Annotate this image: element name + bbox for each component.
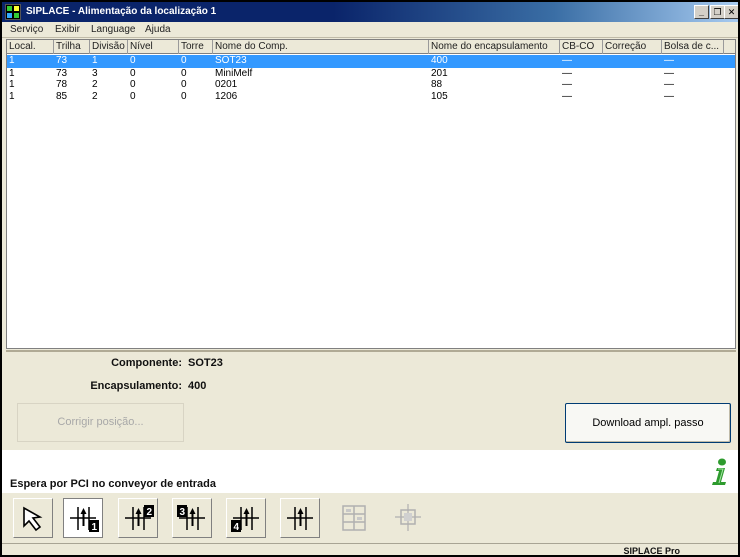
col-nivel[interactable]: Nível xyxy=(128,40,179,54)
col-local[interactable]: Local. xyxy=(7,40,54,54)
cell-bolsa: — xyxy=(664,55,674,66)
cell-local: 1 xyxy=(9,91,15,102)
col-divisao[interactable]: Divisão xyxy=(90,40,128,54)
col-nome-comp[interactable]: Nome do Comp. xyxy=(213,40,429,54)
track-all-icon xyxy=(287,507,313,530)
component-label: Componente: xyxy=(111,357,182,369)
siplace-app-icon xyxy=(5,4,21,20)
component-value: SOT23 xyxy=(188,357,223,369)
track-3-number: 3 xyxy=(180,507,186,518)
detail-panel: Componente: SOT23 Encapsulamento: 400 Co… xyxy=(6,350,736,448)
track-3-icon: 3 xyxy=(177,505,205,530)
col-trilha[interactable]: Trilha xyxy=(54,40,90,54)
title-bar[interactable]: SIPLACE - Alimentação da localização 1 _… xyxy=(2,2,738,22)
cell-torre: 0 xyxy=(181,55,187,66)
track-1-number: 1 xyxy=(92,522,98,533)
status-area: Espera por PCI no conveyor de entrada xyxy=(2,450,738,493)
cell-nome-comp: 1206 xyxy=(215,91,238,102)
cell-correcao xyxy=(603,55,662,67)
col-nome-encapsulamento[interactable]: Nome do encapsulamento xyxy=(429,40,560,54)
table-row[interactable]: 1 73 3 0 0 MiniMelf 201— — xyxy=(7,67,735,79)
cell-trilha: 85 xyxy=(56,91,68,102)
tool-grid-disabled[interactable] xyxy=(335,498,375,538)
tool-track-4[interactable]: 4 xyxy=(226,498,266,538)
arrow-pointer-icon xyxy=(23,506,43,532)
close-button[interactable]: ✕ xyxy=(724,5,738,19)
correct-position-button[interactable]: Corrigir posição... xyxy=(17,403,184,442)
window-title: SIPLACE - Alimentação da localização 1 xyxy=(26,6,217,17)
minimize-button[interactable]: _ xyxy=(694,5,709,19)
menu-servico[interactable]: Serviço xyxy=(10,24,43,35)
cell-bolsa: — xyxy=(664,79,674,90)
cell-nome-encapsulamento: 105 xyxy=(431,91,448,102)
product-name: SIPLACE Pro xyxy=(623,546,680,556)
grid-disabled-icon xyxy=(342,505,366,531)
cell-torre: 0 xyxy=(181,79,187,90)
col-correcao[interactable]: Correção xyxy=(603,40,662,54)
package-label: Encapsulamento: xyxy=(90,380,182,392)
cell-trilha: 78 xyxy=(56,79,68,90)
col-bolsa[interactable]: Bolsa de c... xyxy=(662,40,724,54)
menu-exibir[interactable]: Exibir xyxy=(55,24,80,35)
cell-nome-encapsulamento: 400 xyxy=(431,55,448,66)
col-torre[interactable]: Torre xyxy=(179,40,213,54)
main-window: SIPLACE - Alimentação da localização 1 _… xyxy=(0,0,740,557)
status-message: Espera por PCI no conveyor de entrada xyxy=(10,478,217,490)
cell-divisao: 2 xyxy=(92,79,98,90)
status-bar: SIPLACE Pro xyxy=(2,543,738,556)
cell-trilha: 73 xyxy=(56,55,68,66)
cell-cb-co: — xyxy=(562,55,572,66)
menu-bar: Serviço Exibir Language Ajuda xyxy=(2,22,738,38)
cell-nivel: 0 xyxy=(130,55,136,66)
target-disabled-icon xyxy=(395,504,421,531)
track-1-icon: 1 xyxy=(70,507,99,533)
cell-divisao: 2 xyxy=(92,91,98,102)
package-value: 400 xyxy=(188,380,207,392)
table-row[interactable]: 1 78 2 0 0 0201 88 — — xyxy=(7,79,735,91)
table-header: Local. Trilha Divisão Nível Torre Nome d… xyxy=(7,40,735,54)
maximize-button[interactable]: ❐ xyxy=(710,5,725,19)
tool-track-2[interactable]: 2 xyxy=(118,498,158,538)
menu-language[interactable]: Language xyxy=(91,24,136,35)
cell-torre: 0 xyxy=(181,91,187,102)
cell-bolsa: — xyxy=(664,91,674,102)
tool-track-1[interactable]: 1 xyxy=(63,498,103,538)
cell-local: 1 xyxy=(9,55,15,66)
feeder-table[interactable]: Local. Trilha Divisão Nível Torre Nome d… xyxy=(6,39,736,349)
info-icon[interactable] xyxy=(708,457,732,487)
download-step-button[interactable]: Download ampl. passo xyxy=(565,403,731,443)
cell-local: 1 xyxy=(9,79,15,90)
col-spacer xyxy=(724,40,735,54)
track-4-number: 4 xyxy=(234,522,240,533)
cell-nivel: 0 xyxy=(130,91,136,102)
tool-track-3[interactable]: 3 xyxy=(172,498,212,538)
col-cb-co[interactable]: CB-CO xyxy=(560,40,603,54)
table-row[interactable]: 1 85 2 0 0 1206 105 — — xyxy=(7,91,735,103)
tool-target-disabled[interactable] xyxy=(389,498,429,538)
cell-nome-comp: 0201 xyxy=(215,79,238,90)
cell-nome-comp: SOT23 xyxy=(215,55,247,66)
cell-nome-encapsulamento: 88 xyxy=(431,79,443,90)
cell-nivel: 0 xyxy=(130,79,136,90)
tool-pointer[interactable] xyxy=(13,498,53,538)
table-row[interactable]: 1 73 1 0 0 SOT23 400 — — xyxy=(7,55,735,67)
cell-cb-co: — xyxy=(562,79,572,90)
track-2-icon: 2 xyxy=(125,505,154,530)
cell-correcao xyxy=(603,79,662,91)
menu-ajuda[interactable]: Ajuda xyxy=(145,24,171,35)
track-toolbar: 1 2 3 4 xyxy=(2,493,738,543)
track-2-number: 2 xyxy=(147,507,153,518)
cell-cb-co: — xyxy=(562,91,572,102)
cell-divisao: 1 xyxy=(92,55,98,66)
cell-correcao xyxy=(603,91,662,103)
track-4-icon: 4 xyxy=(231,507,259,533)
tool-track-all[interactable] xyxy=(280,498,320,538)
